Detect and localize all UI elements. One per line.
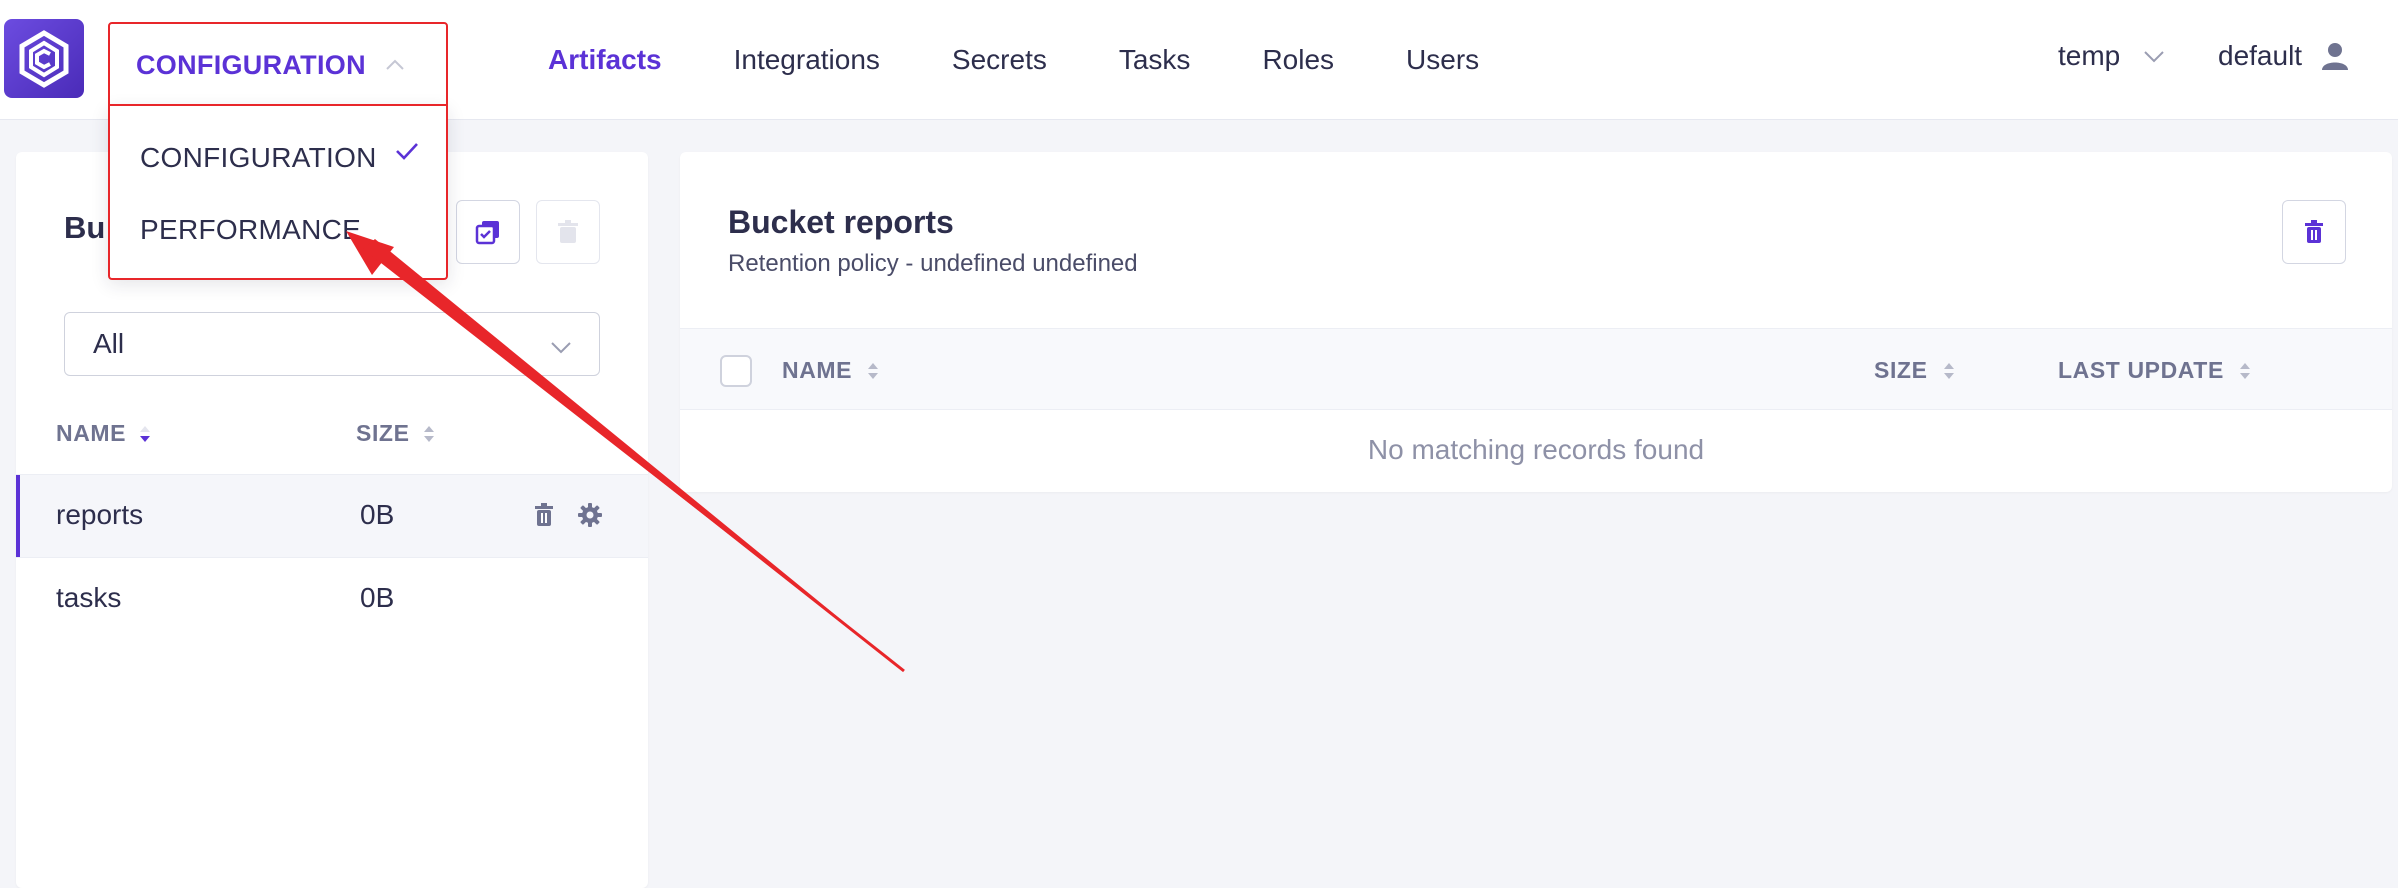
delete-bucket-button[interactable] — [2282, 200, 2346, 264]
select-all-checkbox[interactable] — [720, 355, 752, 387]
bucket-detail-panel: Bucket reports Retention policy - undefi… — [680, 152, 2392, 492]
column-header-name-label: NAME — [56, 420, 127, 446]
sort-icon — [1943, 362, 1954, 379]
bucket-selector-value: temp — [2058, 40, 2121, 71]
chevron-down-icon — [551, 342, 571, 354]
gear-icon[interactable] — [576, 501, 604, 529]
user-name: default — [2218, 40, 2303, 71]
bucket-size: 0B — [360, 582, 395, 613]
nav-secrets[interactable]: Secrets — [952, 44, 1047, 76]
buckets-panel-title: Bu — [64, 210, 106, 245]
trash-icon — [558, 220, 578, 243]
mode-dropdown-menu: CONFIGURATION PERFORMANCE — [108, 104, 448, 278]
user-icon — [2322, 43, 2349, 70]
logo-icon — [19, 30, 69, 88]
menu-item-performance[interactable]: PERFORMANCE — [140, 214, 361, 246]
column-header-size-label: SIZE — [1874, 357, 1928, 383]
delete-buckets-button[interactable] — [536, 200, 600, 264]
bucket-size: 0B — [360, 499, 395, 530]
mode-label: CONFIGURATION — [136, 49, 366, 80]
nav-integrations[interactable]: Integrations — [734, 44, 880, 76]
multi-select-icon — [475, 221, 499, 245]
trash-icon[interactable] — [530, 501, 558, 529]
chevron-down-icon — [2144, 51, 2164, 63]
bucket-filter-value: All — [93, 328, 125, 359]
menu-item-configuration[interactable]: CONFIGURATION — [140, 142, 377, 174]
column-header-last-update[interactable]: LAST UPDATE — [2058, 357, 2252, 384]
column-header-last-update-label: LAST UPDATE — [2058, 357, 2224, 383]
column-header-name[interactable]: NAME — [782, 357, 880, 384]
sort-icon — [868, 362, 879, 379]
sort-icon — [2239, 362, 2250, 379]
column-header-name-label: NAME — [782, 357, 853, 383]
bucket-name: tasks — [56, 582, 122, 613]
column-header-size[interactable]: SIZE — [356, 420, 436, 447]
app-logo[interactable] — [4, 19, 84, 98]
column-header-name[interactable]: NAME — [56, 420, 152, 447]
bucket-filter-select[interactable]: All — [64, 312, 600, 376]
records-table-header: NAME SIZE LAST UPDATE — [680, 328, 2392, 410]
empty-table-message: No matching records found — [1367, 434, 1705, 465]
retention-policy-text: Retention policy - undefined undefined — [728, 250, 1138, 277]
sort-icon — [423, 425, 434, 442]
top-bar: CONFIGURATION Artifacts Integrations Sec… — [0, 0, 2398, 120]
select-buckets-button[interactable] — [456, 200, 520, 264]
bucket-detail-title: Bucket reports — [728, 204, 954, 240]
bucket-row-tasks[interactable]: tasks 0B — [16, 558, 648, 640]
bucket-row-reports[interactable]: reports 0B — [16, 475, 648, 557]
column-header-size-label: SIZE — [356, 420, 410, 446]
nav-users[interactable]: Users — [1406, 44, 1479, 76]
sort-desc-icon — [140, 425, 151, 442]
bucket-selector[interactable]: temp — [2058, 40, 2166, 72]
nav-roles[interactable]: Roles — [1262, 44, 1334, 76]
trash-icon — [2305, 220, 2323, 243]
chevron-up-icon — [386, 59, 404, 70]
column-header-size[interactable]: SIZE — [1874, 357, 1956, 384]
mode-dropdown-toggle[interactable]: CONFIGURATION — [112, 24, 444, 106]
nav-tasks[interactable]: Tasks — [1119, 44, 1191, 76]
bucket-name: reports — [56, 499, 144, 530]
user-menu[interactable]: default — [2218, 40, 2349, 72]
nav-artifacts[interactable]: Artifacts — [548, 44, 662, 76]
check-icon — [396, 143, 418, 160]
main-nav: Artifacts Integrations Secrets Tasks Rol… — [548, 0, 1551, 120]
